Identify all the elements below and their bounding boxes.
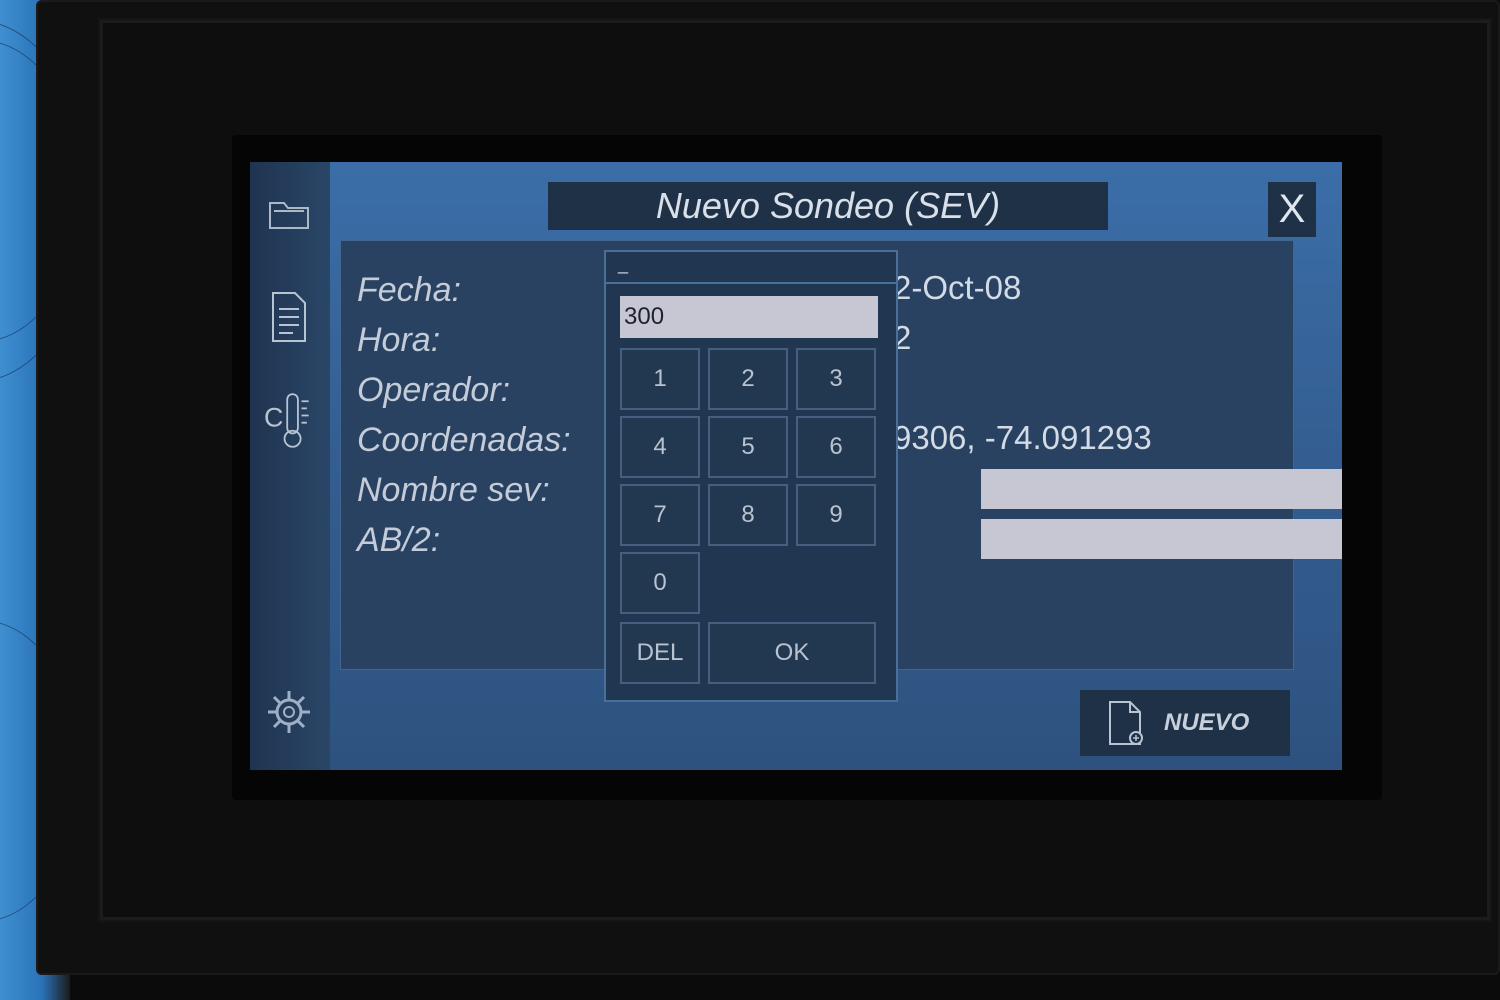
key-6[interactable]: 6 (796, 416, 876, 478)
fecha-label: Fecha: (357, 271, 461, 309)
svg-text:C: C (264, 402, 283, 432)
key-1[interactable]: 1 (620, 348, 700, 410)
document-icon[interactable] (264, 287, 314, 347)
ab2-label: AB/2: (357, 521, 441, 559)
folder-icon[interactable] (264, 182, 314, 242)
dialog-title-bar: Nuevo Sondeo (SEV) (548, 182, 1108, 230)
device-screen: C Nuevo Sondeo (SEV) X Fecha: 2-Oct-08 H… (250, 162, 1342, 770)
numeric-keypad: _ 300 1 2 3 4 5 6 7 8 9 0 DEL OK (604, 250, 898, 702)
coordenadas-value: 9306, -74.091293 (893, 419, 1152, 456)
key-0[interactable]: 0 (620, 552, 700, 614)
nombre-sev-field[interactable] (981, 469, 1342, 509)
key-8[interactable]: 8 (708, 484, 788, 546)
coordenadas-label: Coordenadas: (357, 421, 571, 459)
key-5[interactable]: 5 (708, 416, 788, 478)
sidebar: C (250, 162, 330, 770)
new-document-icon (1106, 698, 1146, 748)
keypad-header-text: _ (618, 254, 629, 274)
operador-label: Operador: (357, 371, 511, 409)
close-button[interactable]: X (1268, 182, 1316, 237)
nuevo-button[interactable]: NUEVO (1080, 690, 1290, 756)
keypad-header: _ (606, 252, 896, 284)
hora-label: Hora: (357, 321, 441, 359)
key-7[interactable]: 7 (620, 484, 700, 546)
key-3[interactable]: 3 (796, 348, 876, 410)
nombre-sev-label: Nombre sev: (357, 471, 550, 509)
key-2[interactable]: 2 (708, 348, 788, 410)
fecha-value: 2-Oct-08 (893, 269, 1022, 306)
dialog-title: Nuevo Sondeo (SEV) (655, 185, 1001, 226)
thermometer-icon[interactable]: C (264, 390, 314, 450)
ab2-field[interactable] (981, 519, 1342, 559)
key-4[interactable]: 4 (620, 416, 700, 478)
ok-button[interactable]: OK (708, 622, 876, 684)
del-button[interactable]: DEL (620, 622, 700, 684)
nuevo-label: NUEVO (1164, 709, 1250, 736)
key-9[interactable]: 9 (796, 484, 876, 546)
settings-icon[interactable] (264, 682, 314, 742)
keypad-display[interactable]: 300 (620, 296, 878, 338)
close-icon: X (1278, 187, 1306, 231)
